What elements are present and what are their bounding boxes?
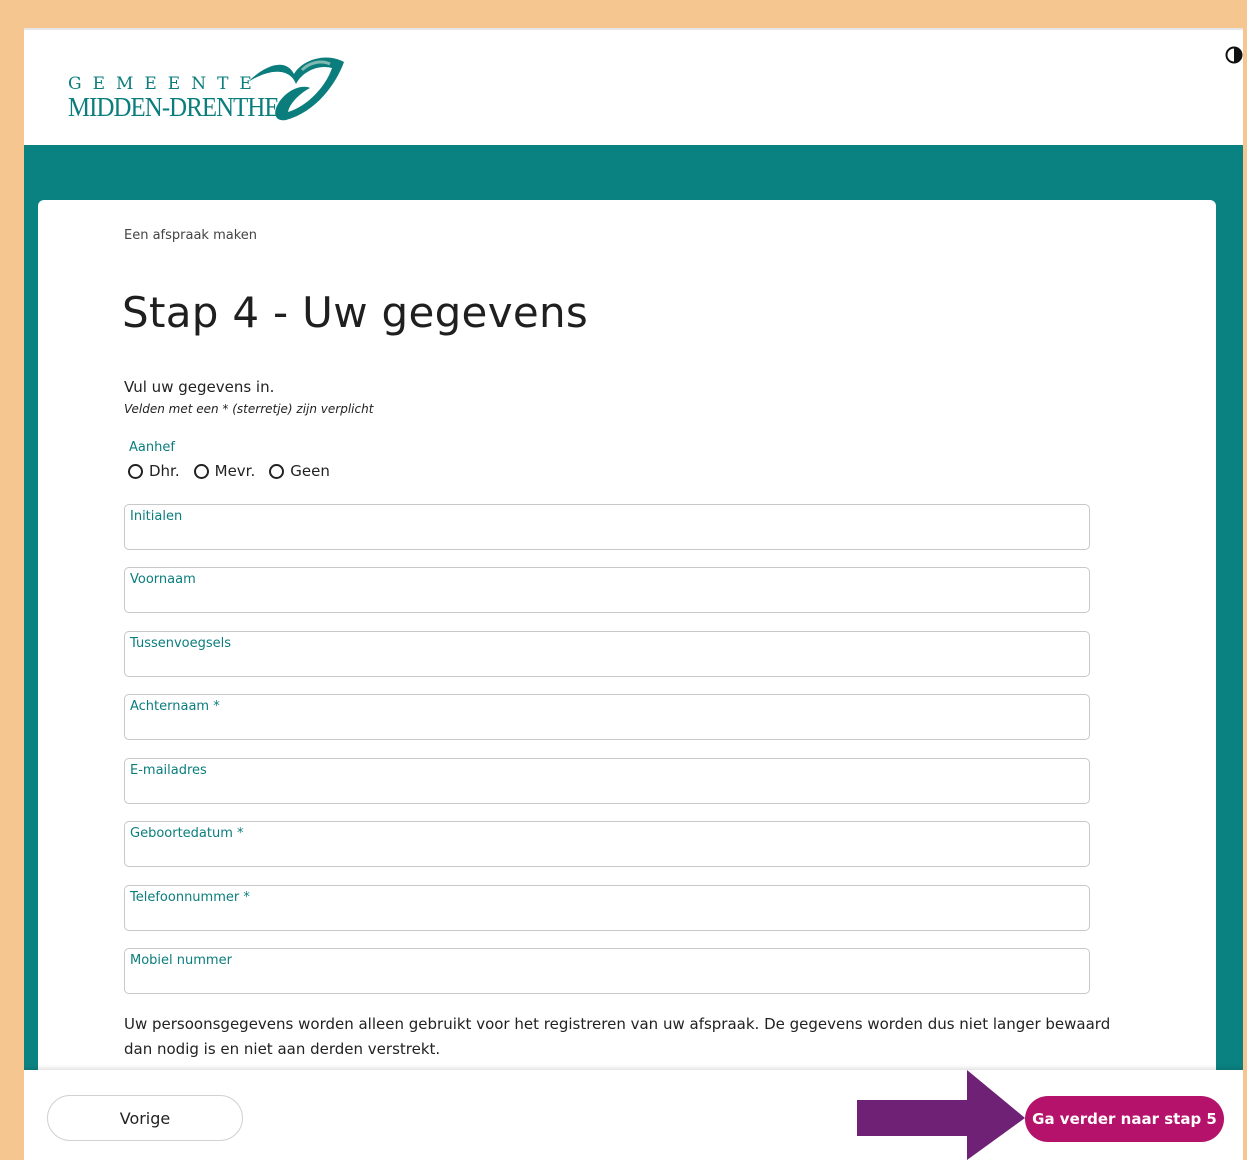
infix-field[interactable]: Tussenvoegsels: [124, 631, 1090, 677]
salutation-label: Aanhef: [129, 440, 175, 455]
email-input[interactable]: [130, 781, 1084, 799]
browser-frame: GEMEENTE MIDDEN-DRENTHE Een afspraak mak…: [24, 28, 1243, 1160]
salutation-radio-group: Dhr. Mevr. Geen: [128, 462, 344, 480]
radio-circle[interactable]: [193, 463, 209, 479]
radio-label: Dhr.: [149, 462, 180, 480]
required-note: Velden met een * (sterretje) zijn verpli…: [124, 402, 374, 416]
field-label: Mobiel nummer: [130, 953, 232, 968]
arrow-right-icon: [857, 1070, 1025, 1160]
site-header: GEMEENTE MIDDEN-DRENTHE: [24, 30, 1243, 145]
field-label: Achternaam *: [130, 699, 220, 714]
radio-circle[interactable]: [269, 463, 285, 479]
radio-label: Mevr.: [214, 462, 256, 480]
field-label: Tussenvoegsels: [130, 636, 232, 651]
field-label: E-mailadres: [130, 763, 207, 778]
birth-date-field[interactable]: Geboortedatum *: [124, 821, 1090, 867]
step-navigation-bar: Vorige Ga verder naar stap 5: [24, 1070, 1243, 1160]
initials-input[interactable]: [130, 527, 1084, 545]
site-logo[interactable]: GEMEENTE MIDDEN-DRENTHE: [68, 54, 358, 124]
mobile-input[interactable]: [130, 971, 1084, 989]
intro-text: Vul uw gegevens in.: [124, 378, 275, 396]
previous-button[interactable]: Vorige: [47, 1095, 243, 1141]
field-label: Telefoonnummer *: [130, 890, 250, 905]
phone-field[interactable]: Telefoonnummer *: [124, 885, 1090, 931]
birth-date-input[interactable]: [130, 844, 1084, 862]
form-card: Een afspraak maken Stap 4 - Uw gegevens …: [38, 200, 1216, 1100]
email-field[interactable]: E-mailadres: [124, 758, 1090, 804]
last-name-field[interactable]: Achternaam *: [124, 694, 1090, 740]
page-title: Stap 4 - Uw gegevens: [122, 288, 589, 337]
mobile-field[interactable]: Mobiel nummer: [124, 948, 1090, 994]
field-label: Geboortedatum *: [130, 826, 244, 841]
breadcrumb[interactable]: Een afspraak maken: [124, 228, 257, 243]
field-label: Voornaam: [130, 572, 196, 587]
last-name-input[interactable]: [130, 717, 1084, 735]
contrast-icon: [1225, 46, 1243, 64]
first-name-input[interactable]: [130, 590, 1084, 608]
phone-input[interactable]: [130, 908, 1084, 926]
next-step-button[interactable]: Ga verder naar stap 5: [1025, 1096, 1224, 1142]
radio-circle[interactable]: [128, 463, 143, 479]
first-name-field[interactable]: Voornaam: [124, 567, 1090, 613]
radio-geen[interactable]: Geen: [269, 462, 330, 480]
logo-mark-icon: [248, 57, 344, 121]
radio-label: Geen: [290, 462, 330, 480]
privacy-notice: Uw persoonsgegevens worden alleen gebrui…: [124, 1015, 1111, 1058]
initials-field[interactable]: Initialen: [124, 504, 1090, 550]
logo-text-gemeente: GEMEENTE: [68, 74, 263, 94]
contrast-toggle-button[interactable]: [1225, 46, 1243, 64]
field-label: Initialen: [130, 509, 183, 524]
radio-mevr[interactable]: Mevr.: [193, 462, 256, 480]
radio-dhr[interactable]: Dhr.: [128, 462, 180, 480]
infix-input[interactable]: [130, 654, 1084, 672]
